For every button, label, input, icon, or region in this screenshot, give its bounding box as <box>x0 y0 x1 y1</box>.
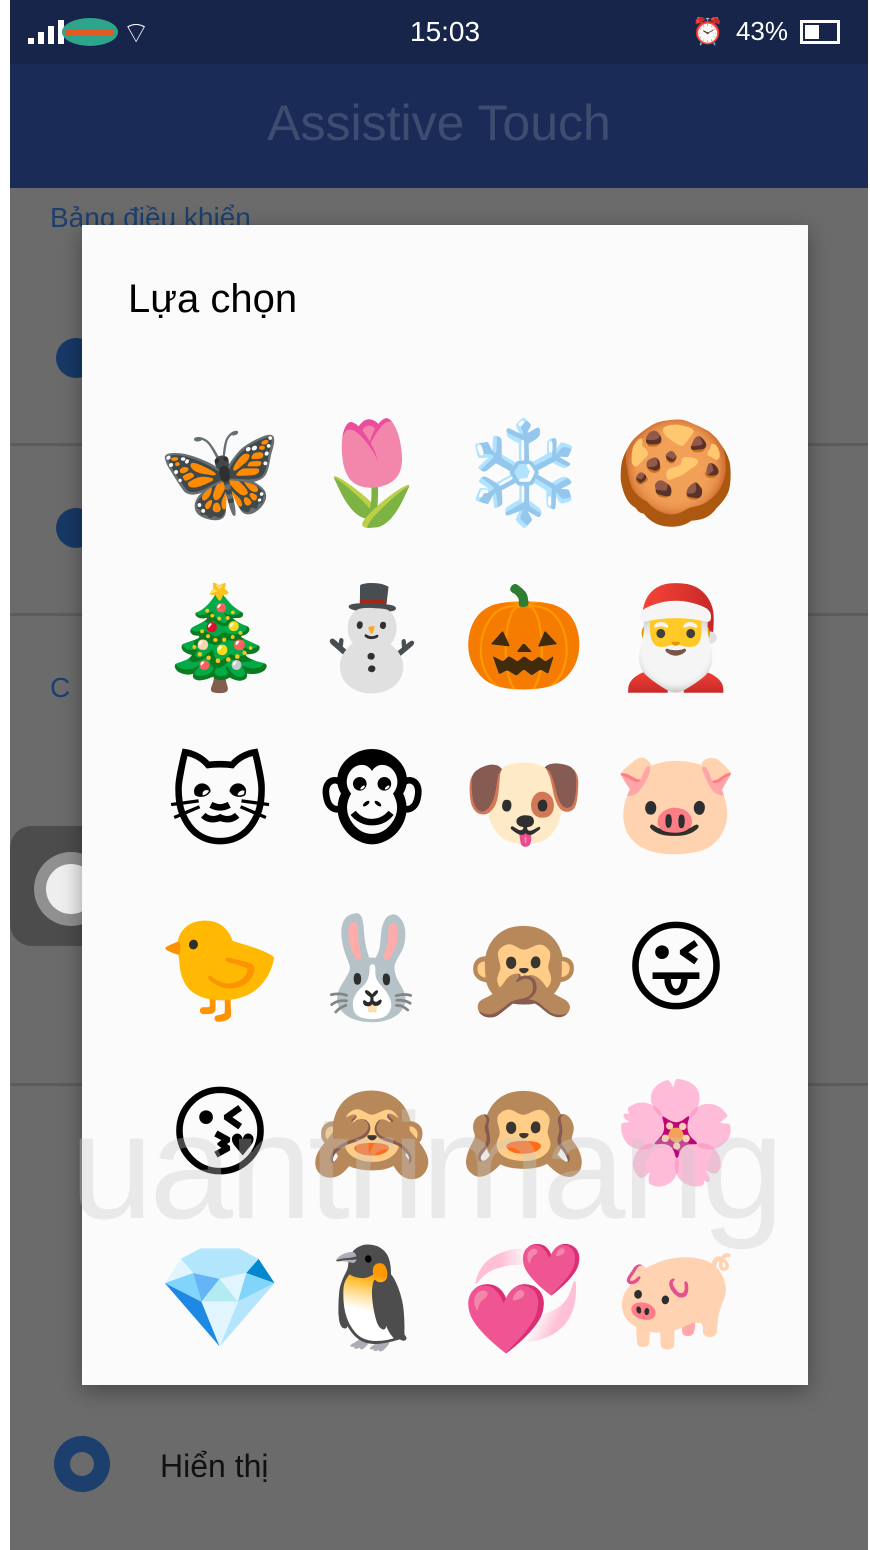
snowflake-icon[interactable]: ❄️ <box>448 390 600 555</box>
dialog-title: Lựa chọn <box>128 277 298 321</box>
alarm-icon: ⏰ <box>691 16 724 46</box>
diamond-icon[interactable]: 💎 <box>144 1215 296 1380</box>
speak-no-evil-monkey-icon[interactable]: 🙊 <box>448 885 600 1050</box>
display-settings-icon[interactable] <box>54 1436 110 1492</box>
hearts-icon[interactable]: 💞 <box>448 1215 600 1380</box>
pumpkin-icon[interactable]: 🎃 <box>448 555 600 720</box>
signal-icon <box>28 20 64 44</box>
wifi-icon: ⌔ <box>122 17 151 50</box>
battery-icon <box>800 19 840 44</box>
chick-icon[interactable]: 🐤 <box>144 885 296 1050</box>
butterfly-icon[interactable]: 🦋 <box>144 390 296 555</box>
cat-icon[interactable]: 🐱 <box>144 720 296 885</box>
winking-tongue-icon[interactable]: 😜 <box>600 885 752 1050</box>
rabbit-icon[interactable]: 🐰 <box>296 885 448 1050</box>
gingerbread-icon[interactable]: 🍪 <box>600 390 752 555</box>
hear-no-evil-monkey-icon[interactable]: 🙉 <box>448 1050 600 1215</box>
icon-grid: 🦋 🌷 ❄️ 🍪 🎄 ⛄ 🎃 🎅 🐱 🐵 🐶 🐷 🐤 🐰 🙊 😜 😘 🙈 🙉 🌸 💎 🐧 💞 🐖 <box>144 390 752 1380</box>
tulip-icon[interactable]: 🌷 <box>296 390 448 555</box>
status-right: ⏰ 43% <box>692 16 840 47</box>
pig-icon[interactable]: 🐖 <box>600 1215 752 1380</box>
christmas-tree-icon[interactable]: 🎄 <box>144 555 296 720</box>
phone-screen: ⌔ 15:03 ⏰ 43% Assistive Touch Bảng điều … <box>10 0 868 1550</box>
app-title: Assistive Touch <box>267 95 611 151</box>
battery-percent: 43% <box>735 16 788 46</box>
display-settings-label[interactable]: Hiển thị <box>160 1448 269 1485</box>
dog-icon[interactable]: 🐶 <box>448 720 600 885</box>
snowman-icon[interactable]: ⛄ <box>296 555 448 720</box>
section-header-2: C <box>50 672 71 703</box>
flower-icon[interactable]: 🌸 <box>600 1050 752 1215</box>
icon-picker-dialog: Lựa chọn 🦋 🌷 ❄️ 🍪 🎄 ⛄ 🎃 🎅 🐱 🐵 🐶 🐷 🐤 🐰 🙊 😜 😘 🙈 🙉 🌸 💎 🐧 💞 🐖 <box>82 225 808 1385</box>
pig-face-icon[interactable]: 🐷 <box>600 720 752 885</box>
carrier-icon <box>62 18 118 46</box>
app-bar: Assistive Touch <box>10 64 868 188</box>
status-bar: ⌔ 15:03 ⏰ 43% <box>10 0 868 64</box>
penguin-icon[interactable]: 🐧 <box>296 1215 448 1380</box>
kiss-icon[interactable]: 😘 <box>144 1050 296 1215</box>
monkey-face-icon[interactable]: 🐵 <box>296 720 448 885</box>
status-time: 15:03 <box>410 16 481 47</box>
see-no-evil-monkey-icon[interactable]: 🙈 <box>296 1050 448 1215</box>
santa-icon[interactable]: 🎅 <box>600 555 752 720</box>
